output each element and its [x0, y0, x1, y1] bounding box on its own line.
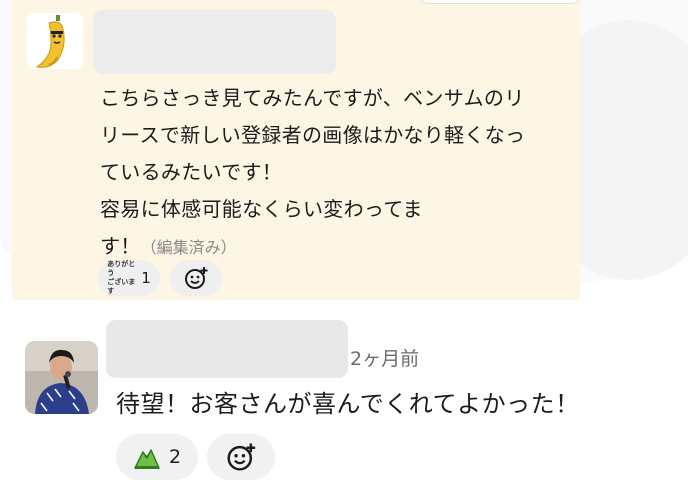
avatar[interactable]: [25, 341, 98, 414]
message-body: 待望！お客さんが喜んでくれてよかった！: [116, 390, 580, 418]
message-line: リースで新しい登録者の画像はかなり軽くなっ: [100, 123, 526, 147]
redacted-username: [106, 320, 348, 378]
person-avatar-icon: [25, 341, 98, 414]
add-reaction-button[interactable]: [207, 434, 275, 480]
previous-message-fragment: [420, 0, 580, 4]
thanks-emoji-line1: ありがとう: [107, 260, 136, 277]
message-line: す！: [100, 234, 141, 258]
add-reaction-button[interactable]: [170, 260, 222, 296]
banana-avatar-icon: [27, 13, 83, 69]
message-line: ているみたいです！: [100, 160, 283, 184]
mountain-emoji-icon: [134, 449, 160, 469]
reaction-count: 2: [168, 446, 182, 468]
message-timestamp[interactable]: 2ヶ月前: [350, 344, 419, 371]
reaction-thanks[interactable]: ありがとう ございます 1: [98, 260, 160, 296]
redacted-username: [93, 10, 336, 74]
message-line-last: す！（編集済み）: [100, 228, 570, 266]
message-line: こちらさっき見てみたんですが、ベンサムのリ: [100, 86, 525, 110]
message-line: 容易に体感可能なくらい変わってま: [100, 197, 423, 221]
message-thread: こちらさっき見てみたんですが、ベンサムのリ リースで新しい登録者の画像はかなり軽…: [0, 0, 688, 494]
reaction-count: 1: [141, 269, 151, 287]
avatar[interactable]: [27, 13, 83, 69]
message-body: こちらさっき見てみたんですが、ベンサムのリ リースで新しい登録者の画像はかなり軽…: [100, 80, 570, 266]
thanks-emoji-line2: ございます: [107, 278, 136, 295]
edited-label: （編集済み）: [140, 238, 237, 257]
add-emoji-icon: [185, 267, 208, 289]
thanks-emoji-icon: ありがとう ございます: [107, 260, 135, 295]
add-emoji-icon: [227, 443, 256, 471]
reaction-mountain[interactable]: 2: [116, 434, 198, 480]
